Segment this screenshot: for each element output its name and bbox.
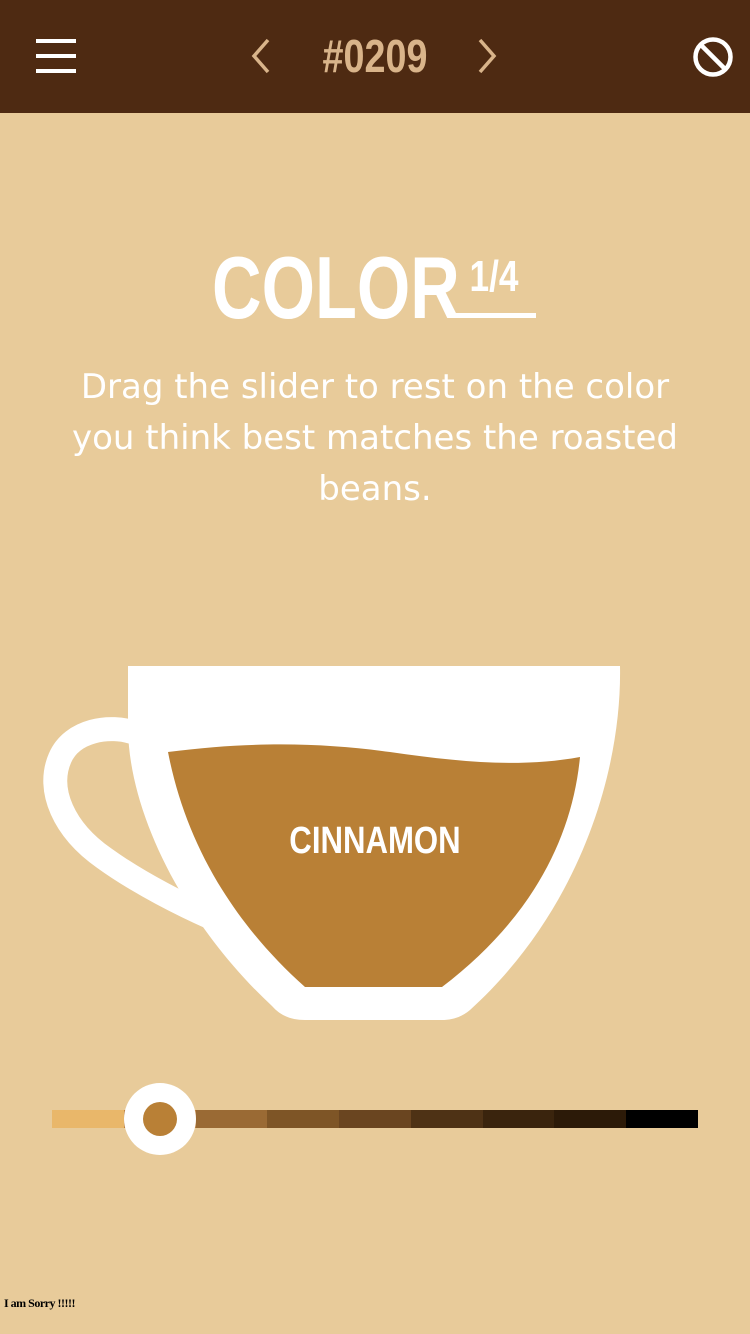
prohibited-icon[interactable] bbox=[690, 34, 736, 80]
hamburger-menu-icon[interactable] bbox=[30, 30, 82, 82]
roast-color-label: CINNAMON bbox=[289, 820, 461, 862]
slider-segment[interactable] bbox=[267, 1110, 340, 1128]
roast-color-slider[interactable] bbox=[52, 1080, 699, 1158]
slider-segment[interactable] bbox=[482, 1110, 555, 1128]
top-bar: #0209 bbox=[0, 0, 750, 113]
question-header: COLOR 1/4 bbox=[0, 238, 750, 338]
slider-segment[interactable] bbox=[626, 1110, 699, 1128]
slider-segment[interactable] bbox=[339, 1110, 411, 1128]
slider-thumb[interactable] bbox=[123, 1083, 196, 1155]
chevron-right-icon[interactable] bbox=[472, 32, 502, 80]
slider-thumb-color bbox=[142, 1102, 177, 1136]
step-counter: 1/4 bbox=[469, 252, 519, 301]
slider-segment[interactable] bbox=[52, 1110, 124, 1128]
slider-segment[interactable] bbox=[410, 1110, 483, 1128]
sample-number: #0209 bbox=[322, 30, 428, 82]
chevron-left-icon[interactable] bbox=[246, 32, 276, 80]
slider-segment[interactable] bbox=[554, 1110, 627, 1128]
slider-segment[interactable] bbox=[195, 1110, 268, 1128]
question-title: COLOR bbox=[212, 238, 460, 337]
instructions-text: Drag the slider to rest on the color you… bbox=[72, 367, 678, 509]
step-underline bbox=[452, 313, 536, 318]
footer-note: I am Sorry !!!!! bbox=[4, 1296, 75, 1310]
